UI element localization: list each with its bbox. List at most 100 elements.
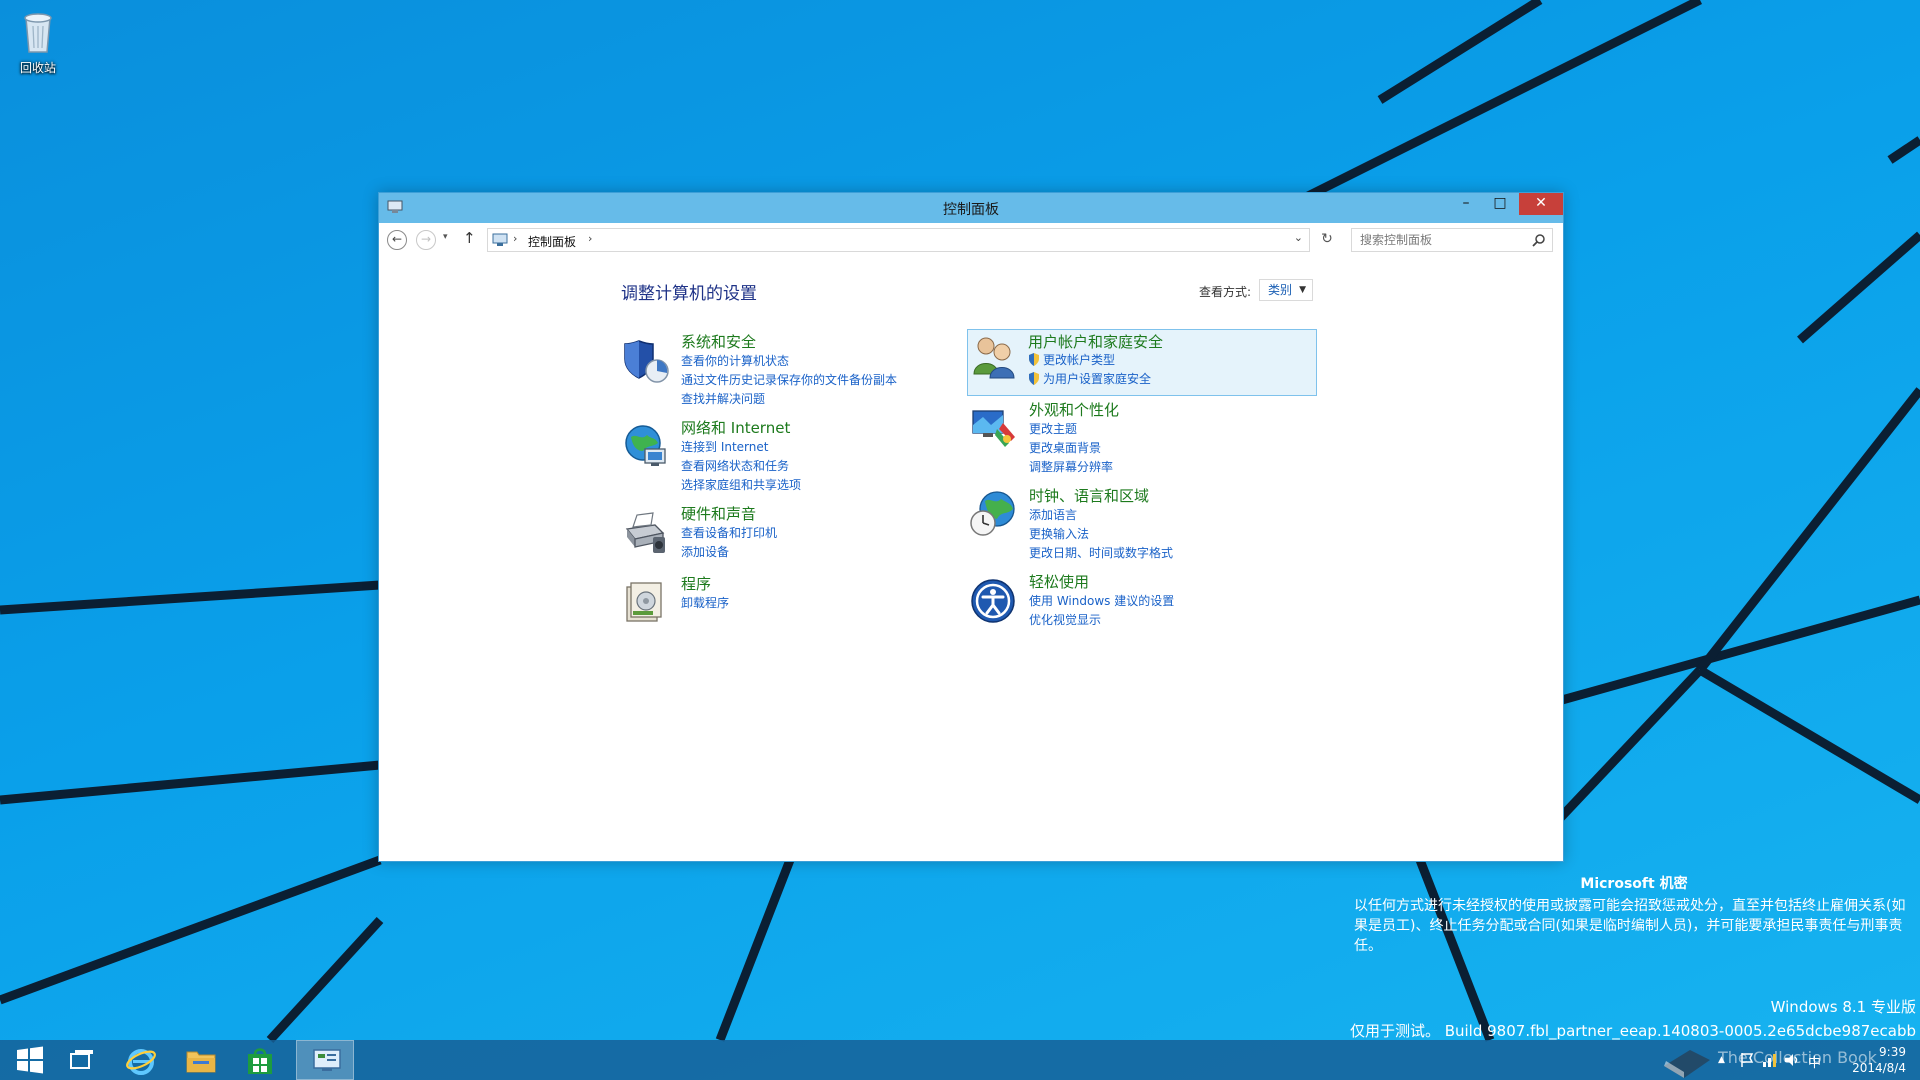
control-panel-taskbar-button[interactable] [296,1040,354,1080]
recycle-bin-shortcut[interactable]: 回收站 [12,6,64,76]
breadcrumb-separator[interactable]: › [513,232,517,245]
shield-icon[interactable] [621,335,671,385]
internet-explorer-button[interactable] [110,1040,170,1080]
store-button[interactable] [230,1040,290,1080]
up-button[interactable]: ↑ [463,229,476,247]
link-view-computer-status[interactable]: 查看你的计算机状态 [681,352,897,371]
link-network-status[interactable]: 查看网络状态和任务 [681,457,801,476]
personalization-icon[interactable] [969,403,1019,453]
navigation-bar: ← → ▾ ↑ › 控制面板 › ⌄ ↻ [379,223,1563,257]
category-system-security: 系统和安全 查看你的计算机状态 通过文件历史记录保存你的文件备份副本 查找并解决… [621,331,961,411]
link-change-input-method[interactable]: 更换输入法 [1029,525,1173,544]
link-devices-printers[interactable]: 查看设备和打印机 [681,524,777,543]
link-add-language[interactable]: 添加语言 [1029,506,1173,525]
category-links: 更改主题 更改桌面背景 调整屏幕分辨率 [1029,420,1113,477]
category-title[interactable]: 用户帐户和家庭安全 [1028,331,1163,352]
network-icon[interactable] [1762,1052,1778,1068]
control-panel-icon [492,233,508,246]
category-user-accounts: 用户帐户和家庭安全 更改帐户类型 为用户设置家庭安全 [967,329,1317,396]
users-icon[interactable] [970,332,1020,382]
confidential-watermark: Microsoft 机密 以任何方式进行未经授权的使用或披露可能会招致惩戒处分，… [1354,874,1914,956]
content-area: 调整计算机的设置 查看方式: 类别 ▼ 系统和安全 查看你的计算机状态 通过文件… [379,257,1563,861]
link-optimize-visual-display[interactable]: 优化视觉显示 [1029,611,1174,630]
link-uninstall-program[interactable]: 卸载程序 [681,594,729,613]
address-dropdown-button[interactable]: ⌄ [1294,231,1303,244]
view-by-dropdown[interactable]: 类别 ▼ [1259,279,1313,301]
breadcrumb-separator[interactable]: › [588,232,592,245]
task-view-icon [70,1050,93,1069]
watermark-title: Microsoft 机密 [1580,876,1688,892]
forward-button[interactable]: → [416,230,436,250]
category-appearance-personalization: 外观和个性化 更改主题 更改桌面背景 调整屏幕分辨率 [969,399,1309,479]
windows-logo-icon [17,1046,43,1074]
link-text[interactable]: 更改帐户类型 [1043,353,1115,367]
category-hardware-sound: 硬件和声音 查看设备和打印机 添加设备 [621,503,961,567]
link-troubleshoot[interactable]: 查找并解决问题 [681,390,897,409]
breadcrumb-control-panel[interactable]: 控制面板 [528,233,576,250]
printer-speaker-icon[interactable] [621,507,671,557]
globe-network-icon[interactable] [621,421,671,471]
link-text[interactable]: 为用户设置家庭安全 [1043,372,1151,386]
clock-time: 9:39 [1879,1045,1906,1059]
volume-icon[interactable] [1784,1052,1800,1068]
category-links: 连接到 Internet 查看网络状态和任务 选择家庭组和共享选项 [681,438,801,495]
category-title[interactable]: 硬件和声音 [681,503,756,524]
category-title[interactable]: 轻松使用 [1029,571,1089,592]
category-ease-of-access: 轻松使用 使用 Windows 建议的设置 优化视觉显示 [969,571,1309,631]
programs-icon[interactable] [621,577,671,627]
store-bag-icon [248,1048,272,1074]
category-title[interactable]: 系统和安全 [681,331,756,352]
link-family-safety[interactable]: 为用户设置家庭安全 [1028,370,1151,389]
recent-locations-button[interactable]: ▾ [443,232,448,242]
category-links: 添加语言 更换输入法 更改日期、时间或数字格式 [1029,506,1173,563]
view-by-value: 类别 [1268,283,1293,297]
window-title: 控制面板 [943,202,999,218]
maximize-button[interactable]: □ [1483,193,1517,215]
uac-shield-icon [1029,372,1039,385]
link-recommended-settings[interactable]: 使用 Windows 建议的设置 [1029,592,1174,611]
category-links: 更改帐户类型 为用户设置家庭安全 [1028,351,1151,389]
chevron-down-icon: ▼ [1299,285,1306,295]
show-hidden-icons-button[interactable]: ▲ [1718,1055,1725,1065]
flag-icon[interactable] [1740,1052,1754,1068]
link-change-desktop-background[interactable]: 更改桌面背景 [1029,439,1113,458]
ease-of-access-icon[interactable] [969,575,1019,625]
minimize-button[interactable]: – [1449,193,1483,215]
title-bar[interactable]: 控制面板 – □ ✕ [379,193,1563,223]
link-homegroup-sharing[interactable]: 选择家庭组和共享选项 [681,476,801,495]
task-view-button[interactable] [50,1040,110,1080]
input-method-indicator[interactable]: 中 [1808,1052,1821,1071]
system-tray: The Collection Book ▲ 中 9:39 2014/8/4 [1660,1040,1920,1080]
control-panel-window: 控制面板 – □ ✕ ← → ▾ ↑ › 控制面板 › ⌄ ↻ 搜索控制面板 调… [378,192,1564,862]
recycle-bin-icon [24,13,52,53]
view-by-label: 查看方式: [1199,285,1252,299]
category-links: 卸载程序 [681,594,729,613]
link-connect-internet[interactable]: 连接到 Internet [681,438,801,457]
close-button[interactable]: ✕ [1519,193,1563,215]
category-programs: 程序 卸载程序 [621,573,961,623]
link-adjust-resolution[interactable]: 调整屏幕分辨率 [1029,458,1113,477]
link-file-history-backup[interactable]: 通过文件历史记录保存你的文件备份副本 [681,371,897,390]
link-change-date-time-format[interactable]: 更改日期、时间或数字格式 [1029,544,1173,563]
category-title[interactable]: 时钟、语言和区域 [1029,485,1149,506]
category-title[interactable]: 程序 [681,573,711,594]
file-explorer-button[interactable] [170,1040,230,1080]
folder-icon [186,1051,216,1073]
link-change-theme[interactable]: 更改主题 [1029,420,1113,439]
refresh-button[interactable]: ↻ [1315,228,1339,252]
clock-globe-icon[interactable] [969,489,1019,539]
search-box[interactable] [1351,228,1553,252]
category-clock-language-region: 时钟、语言和区域 添加语言 更换输入法 更改日期、时间或数字格式 [969,485,1309,565]
category-title[interactable]: 网络和 Internet [681,417,790,438]
link-add-device[interactable]: 添加设备 [681,543,777,562]
control-panel-icon [313,1049,341,1071]
back-button[interactable]: ← [387,230,407,250]
link-change-account-type[interactable]: 更改帐户类型 [1028,351,1151,370]
search-icon[interactable] [1532,233,1546,247]
address-bar[interactable]: › 控制面板 › ⌄ [487,228,1310,252]
clock[interactable]: 9:39 2014/8/4 [1852,1044,1906,1076]
search-input[interactable] [1352,229,1530,251]
clock-date: 2014/8/4 [1852,1061,1906,1075]
desktop: 回收站 控制面板 – □ ✕ ← → ▾ ↑ › 控制面板 › ⌄ ↻ 搜索控制… [0,0,1920,1080]
category-title[interactable]: 外观和个性化 [1029,399,1119,420]
